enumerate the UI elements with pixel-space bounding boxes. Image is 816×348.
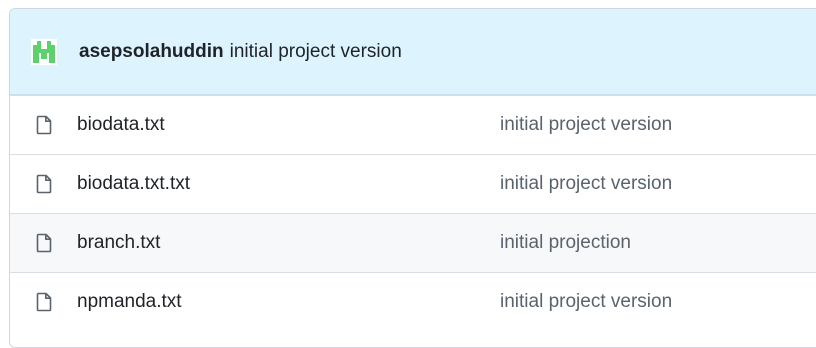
- commit-author-link[interactable]: asepsolahuddin: [79, 41, 224, 63]
- file-row: biodata.txt initial project version: [10, 95, 816, 154]
- file-commit-message-link[interactable]: initial project version: [500, 291, 672, 313]
- file-icon: [36, 174, 52, 194]
- file-name-link[interactable]: biodata.txt: [77, 114, 165, 136]
- file-name-link[interactable]: branch.txt: [77, 232, 160, 254]
- file-icon: [36, 233, 52, 253]
- file-name-link[interactable]: biodata.txt.txt: [77, 173, 190, 195]
- file-row: npmanda.txt initial project version: [10, 272, 816, 331]
- file-commit-message-link[interactable]: initial project version: [500, 173, 672, 195]
- file-listing: asepsolahuddin initial project version b…: [9, 8, 816, 348]
- file-name-link[interactable]: npmanda.txt: [77, 291, 182, 313]
- avatar[interactable]: [31, 38, 57, 65]
- file-row: biodata.txt.txt initial project version: [10, 154, 816, 213]
- file-icon: [36, 115, 52, 135]
- commit-message-link[interactable]: initial project version: [230, 41, 402, 63]
- file-row: branch.txt initial projection: [10, 213, 816, 272]
- file-commit-message-link[interactable]: initial projection: [500, 232, 631, 254]
- file-icon: [36, 292, 52, 312]
- latest-commit-header: asepsolahuddin initial project version: [10, 9, 816, 95]
- file-commit-message-link[interactable]: initial project version: [500, 114, 672, 136]
